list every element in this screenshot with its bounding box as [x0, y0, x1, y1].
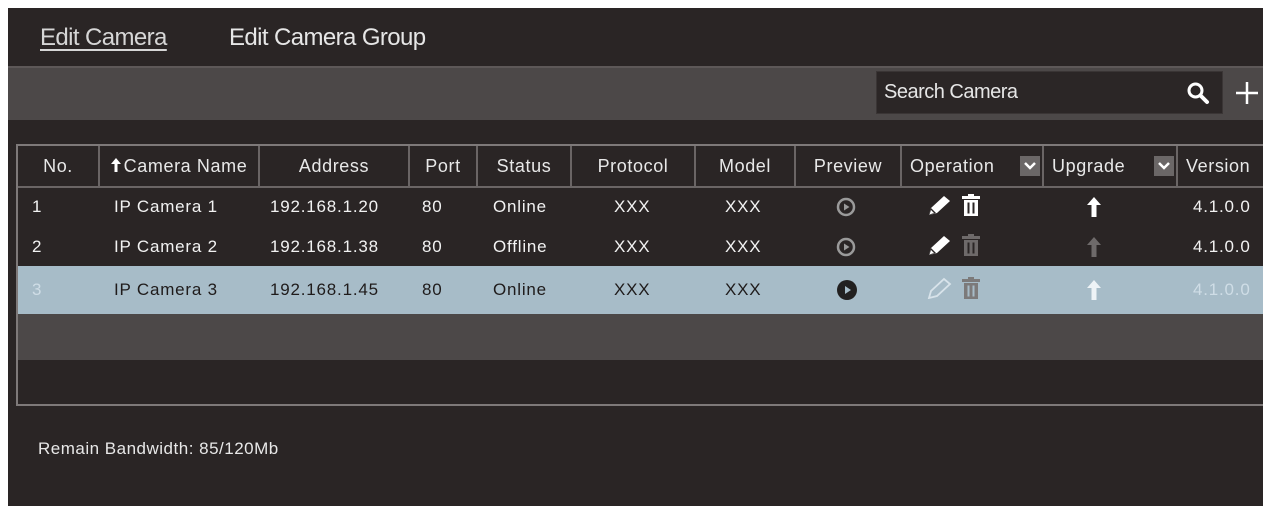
cell-camera-name: IP Camera 1: [114, 197, 218, 216]
edit-camera-panel: Edit Camera Edit Camera Group No.: [8, 8, 1263, 506]
cell-port: 80: [422, 197, 443, 216]
cell-version: 4.1.0.0: [1193, 197, 1251, 216]
cell-no: 1: [32, 197, 43, 216]
cell-protocol: XXX: [614, 197, 651, 216]
table-row[interactable]: 2 IP Camera 2 192.168.1.38 80 Offline XX…: [18, 228, 1263, 266]
search-input[interactable]: [877, 72, 1174, 113]
chevron-down-icon[interactable]: [1154, 156, 1174, 176]
camera-table: No. Camera Name Address Port Status Prot…: [16, 144, 1263, 406]
cell-model: XXX: [725, 280, 762, 299]
operation-cell: [927, 188, 981, 226]
cell-status: Offline: [493, 237, 548, 256]
cell-protocol: XXX: [614, 280, 651, 299]
cell-status: Online: [493, 197, 547, 216]
pencil-icon[interactable]: [927, 194, 953, 221]
header-preview[interactable]: Preview: [796, 146, 902, 186]
header-operation[interactable]: Operation: [902, 146, 1044, 186]
empty-row: [18, 360, 1263, 404]
trash-icon[interactable]: [961, 193, 981, 221]
toolbar: [8, 68, 1263, 120]
arrow-up-icon[interactable]: [1087, 266, 1101, 314]
cell-camera-name: IP Camera 3: [114, 280, 218, 299]
search-box: [876, 71, 1223, 114]
tab-edit-camera[interactable]: Edit Camera: [40, 24, 167, 52]
cell-model: XXX: [725, 197, 762, 216]
cell-address: 192.168.1.45: [270, 280, 379, 299]
sort-arrow-up-icon: [110, 146, 121, 172]
trash-icon: [961, 233, 981, 261]
cell-version: 4.1.0.0: [1193, 280, 1251, 299]
header-no[interactable]: No.: [18, 146, 100, 186]
cell-address: 192.168.1.20: [270, 197, 379, 216]
empty-row: [18, 314, 1263, 360]
cell-protocol: XXX: [614, 237, 651, 256]
table-row[interactable]: 1 IP Camera 1 192.168.1.20 80 Online XXX…: [18, 188, 1263, 226]
chevron-down-icon[interactable]: [1020, 156, 1040, 176]
play-circle-icon[interactable]: [836, 266, 858, 314]
cell-port: 80: [422, 237, 443, 256]
cell-port: 80: [422, 280, 443, 299]
arrow-up-icon: [1087, 228, 1101, 266]
pencil-icon[interactable]: [927, 234, 953, 261]
header-status[interactable]: Status: [478, 146, 572, 186]
header-model[interactable]: Model: [696, 146, 796, 186]
tab-bar: Edit Camera Edit Camera Group: [8, 8, 1263, 68]
cell-status: Online: [493, 280, 547, 299]
header-upgrade[interactable]: Upgrade: [1044, 146, 1178, 186]
pencil-icon[interactable]: [927, 277, 953, 304]
table-header: No. Camera Name Address Port Status Prot…: [18, 146, 1263, 188]
cell-version: 4.1.0.0: [1193, 237, 1251, 256]
search-icon[interactable]: [1186, 81, 1210, 105]
header-version[interactable]: Version: [1178, 146, 1263, 186]
cell-address: 192.168.1.38: [270, 237, 379, 256]
arrow-up-icon[interactable]: [1087, 188, 1101, 226]
operation-cell: [927, 266, 981, 314]
header-protocol[interactable]: Protocol: [572, 146, 696, 186]
header-camera-name[interactable]: Camera Name: [100, 146, 260, 186]
play-circle-icon[interactable]: [836, 188, 856, 226]
remain-bandwidth: Remain Bandwidth: 85/120Mb: [38, 439, 279, 458]
trash-icon[interactable]: [961, 276, 981, 304]
play-circle-icon: [836, 228, 856, 266]
plus-icon[interactable]: [1234, 80, 1260, 106]
cell-camera-name: IP Camera 2: [114, 237, 218, 256]
header-address[interactable]: Address: [260, 146, 410, 186]
tab-edit-camera-group[interactable]: Edit Camera Group: [229, 24, 426, 52]
operation-cell: [927, 228, 981, 266]
header-port[interactable]: Port: [410, 146, 478, 186]
cell-no: 3: [32, 280, 43, 299]
table-row-selected[interactable]: 3 IP Camera 3 192.168.1.45 80 Online XXX…: [18, 266, 1263, 314]
cell-model: XXX: [725, 237, 762, 256]
cell-no: 2: [32, 237, 43, 256]
